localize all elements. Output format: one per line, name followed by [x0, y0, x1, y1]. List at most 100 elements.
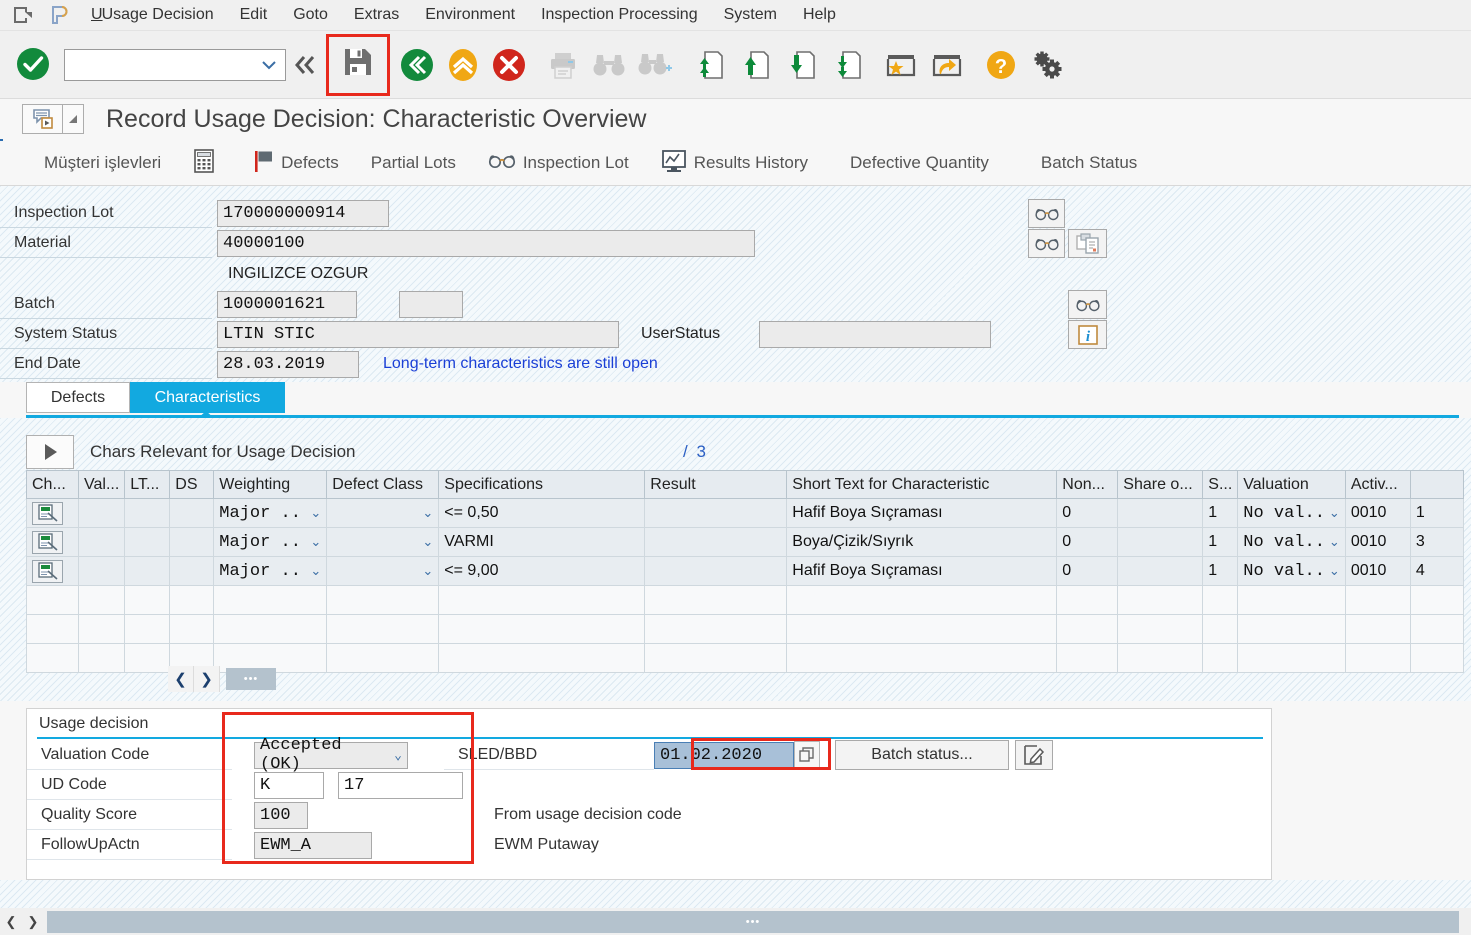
inspection-lot-display-button[interactable]: [1028, 199, 1065, 228]
cell-specifications[interactable]: <= 0,50: [438, 498, 646, 528]
cell-s[interactable]: 1: [1202, 556, 1239, 586]
cell-empty[interactable]: [77, 614, 126, 644]
cell-specifications[interactable]: <= 9,00: [438, 556, 646, 586]
chevron-down-icon[interactable]: ⌄: [422, 534, 433, 550]
cell-empty[interactable]: [786, 614, 1058, 644]
cell-defect-class[interactable]: ⌄: [326, 498, 440, 528]
grid-horizontal-scrollbar[interactable]: ❮ ❯ •••: [168, 666, 276, 692]
cell-empty[interactable]: [213, 614, 328, 644]
previous-page-icon[interactable]: [732, 42, 778, 88]
material-field[interactable]: 40000100: [217, 229, 755, 257]
cell-empty[interactable]: [124, 643, 171, 673]
menu-extras[interactable]: Extras: [341, 4, 412, 26]
cell-result[interactable]: [644, 527, 788, 557]
scrollbar-thumb[interactable]: •••: [47, 910, 1459, 933]
cancel-red-icon[interactable]: [486, 42, 532, 88]
cell-weighting[interactable]: Major .. ⌄: [213, 556, 328, 586]
col-lt[interactable]: LT...: [124, 470, 171, 499]
chevron-down-icon[interactable]: ⌄: [1329, 534, 1340, 550]
cell-valuation[interactable]: No val.. ⌄: [1237, 498, 1346, 528]
cell-empty[interactable]: [644, 643, 788, 673]
cell-empty[interactable]: [326, 643, 440, 673]
cell-s[interactable]: 1: [1202, 498, 1239, 528]
cell-empty[interactable]: [77, 585, 126, 615]
col-share[interactable]: Share o...: [1117, 470, 1204, 499]
cell-empty[interactable]: [1237, 614, 1346, 644]
cell-defect-class[interactable]: ⌄: [326, 527, 440, 557]
cell-nonconformities[interactable]: 0: [1056, 527, 1119, 557]
col-val[interactable]: Val...: [77, 470, 126, 499]
ud-code-field[interactable]: K: [254, 771, 324, 799]
play-triangle-icon[interactable]: [26, 435, 74, 469]
chevron-left-icon[interactable]: ❮: [168, 666, 194, 692]
cell-empty[interactable]: [124, 614, 171, 644]
long-term-warning-link[interactable]: Long-term characteristics are still open: [383, 355, 658, 373]
cell-weighting[interactable]: Major .. ⌄: [213, 527, 328, 557]
cell-char[interactable]: [26, 556, 79, 586]
cell-empty[interactable]: [1056, 643, 1119, 673]
characteristic-icon[interactable]: [32, 530, 63, 554]
chevron-down-icon[interactable]: ⌄: [394, 748, 402, 763]
menu-system[interactable]: System: [711, 4, 790, 26]
cell-empty[interactable]: [169, 614, 215, 644]
menu-edit[interactable]: Edit: [227, 4, 281, 26]
chevron-down-icon[interactable]: ⌄: [1329, 505, 1340, 521]
create-shortcut-icon[interactable]: [924, 42, 970, 88]
cell-result[interactable]: [644, 498, 788, 528]
cell-empty[interactable]: [1056, 585, 1119, 615]
bottom-scrollbar[interactable]: ❮ ❯ •••: [0, 908, 1471, 935]
cell-empty[interactable]: [1344, 643, 1411, 673]
help-icon[interactable]: ?: [978, 42, 1024, 88]
cell-empty[interactable]: [213, 585, 328, 615]
app-button-batch-status[interactable]: Batch Status: [1005, 141, 1153, 185]
chevron-down-icon[interactable]: ⌄: [310, 505, 321, 521]
app-button-calculator[interactable]: [177, 141, 238, 185]
chevron-right-icon[interactable]: ❯: [194, 666, 220, 692]
col-short-text[interactable]: Short Text for Characteristic: [786, 470, 1058, 499]
cell-empty[interactable]: [786, 643, 1058, 673]
batch-info-button[interactable]: i: [1068, 320, 1107, 349]
print-icon[interactable]: [540, 42, 586, 88]
create-session-icon[interactable]: [878, 42, 924, 88]
menu-environment[interactable]: Environment: [412, 4, 528, 26]
cell-val[interactable]: [77, 556, 126, 586]
cell-empty[interactable]: [1117, 585, 1204, 615]
cell-empty[interactable]: [26, 643, 79, 673]
last-page-icon[interactable]: [824, 42, 870, 88]
resize-grip-icon[interactable]: [63, 113, 83, 125]
chevron-down-icon[interactable]: ⌄: [310, 534, 321, 550]
cell-empty[interactable]: [1202, 643, 1239, 673]
col-nonconformities[interactable]: Non...: [1056, 470, 1119, 499]
tab-defects[interactable]: Defects: [26, 382, 130, 413]
table-row[interactable]: [26, 614, 1464, 644]
col-weighting[interactable]: Weighting: [213, 470, 328, 499]
cell-empty[interactable]: [1056, 614, 1119, 644]
col-s[interactable]: S...: [1202, 470, 1239, 499]
cell-empty[interactable]: [1409, 614, 1464, 644]
app-button-musteri-islevleri[interactable]: Müşteri işlevleri: [0, 141, 177, 185]
cell-share[interactable]: [1117, 498, 1204, 528]
batch-status-button[interactable]: Batch status...: [835, 740, 1009, 770]
system-status-field[interactable]: LTIN STIC: [217, 320, 619, 348]
col-extra[interactable]: [1409, 470, 1464, 499]
characteristic-icon[interactable]: [32, 501, 63, 525]
cell-result[interactable]: [644, 556, 788, 586]
cell-s[interactable]: 1: [1202, 527, 1239, 557]
batch-display-button[interactable]: [1068, 290, 1107, 319]
enter-ok-icon[interactable]: [16, 47, 52, 83]
app-button-defects[interactable]: Defects: [238, 141, 355, 185]
col-activity[interactable]: Activ...: [1344, 470, 1411, 499]
cell-empty[interactable]: [77, 643, 126, 673]
inspection-lot-field[interactable]: 170000000914: [217, 199, 389, 227]
followup-field[interactable]: EWM_A: [254, 831, 372, 859]
cell-empty[interactable]: [124, 585, 171, 615]
cell-empty[interactable]: [1202, 585, 1239, 615]
col-valuation[interactable]: Valuation: [1237, 470, 1346, 499]
command-field[interactable]: [64, 48, 286, 81]
cell-activity[interactable]: 0010: [1344, 527, 1411, 557]
cell-activity[interactable]: 0010: [1344, 498, 1411, 528]
cell-specifications[interactable]: VARMI: [438, 527, 646, 557]
material-display-button[interactable]: [1028, 229, 1065, 258]
user-status-field[interactable]: [759, 320, 991, 348]
col-result[interactable]: Result: [644, 470, 788, 499]
